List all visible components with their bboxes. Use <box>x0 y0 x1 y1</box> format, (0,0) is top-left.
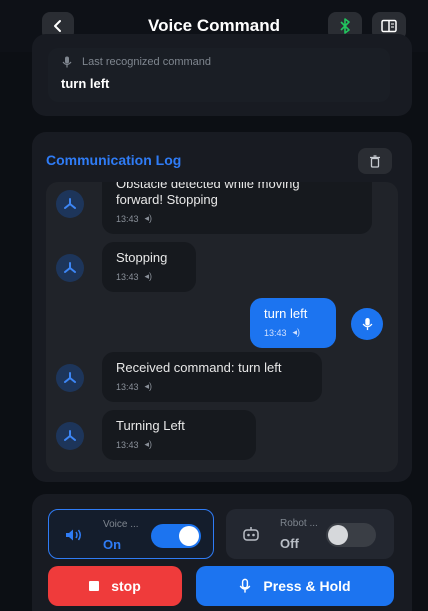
message-text: Turning Left <box>116 418 185 433</box>
message-text: Obstacle detected while moving <box>116 182 300 191</box>
robot-avatar <box>56 190 84 218</box>
robot-toggle-card[interactable]: Robot ... Off <box>226 509 394 559</box>
speaker-icon[interactable]: ◂) <box>145 213 153 224</box>
message-text: turn left <box>264 306 308 321</box>
message-bubble-robot: Turning Left 13:43 ◂) <box>102 410 256 460</box>
message-time: 13:43 <box>116 381 139 392</box>
voice-toggle-state: On <box>103 537 122 552</box>
communication-log-panel: Communication Log Obstacle detected whil… <box>32 132 412 482</box>
switch-knob <box>179 526 199 546</box>
voice-toggle-card[interactable]: Voice ... On <box>48 509 214 559</box>
message-text: Stopping <box>116 250 168 265</box>
robot-icon <box>240 523 262 545</box>
message-time: 13:43 <box>264 327 287 338</box>
speaker-icon[interactable]: ◂) <box>293 327 301 338</box>
message-meta: 13:43 ◂) <box>116 381 308 392</box>
speaker-icon <box>63 524 85 546</box>
speaker-icon[interactable]: ◂) <box>145 381 153 392</box>
microphone-icon <box>240 578 251 593</box>
control-panel: Voice ... On Robot ... Off stop Press & … <box>32 494 412 611</box>
message-text-continued: forward! Stopping <box>116 192 218 207</box>
last-command-card: Last recognized command turn left <box>48 48 390 102</box>
message-meta: 13:43 ◂) <box>116 439 242 450</box>
last-command-label-row: Last recognized command <box>62 56 211 68</box>
voice-toggle-label: Voice ... <box>103 519 139 530</box>
user-avatar <box>351 308 383 340</box>
press-and-hold-label: Press & Hold <box>263 578 351 594</box>
microphone-icon <box>362 317 372 331</box>
last-command-label: Last recognized command <box>82 56 212 68</box>
stop-button[interactable]: stop <box>48 566 182 606</box>
press-and-hold-button[interactable]: Press & Hold <box>196 566 394 606</box>
message-bubble-robot: Stopping 13:43 ◂) <box>102 242 196 292</box>
robot-switch[interactable] <box>326 523 376 547</box>
speaker-icon[interactable]: ◂) <box>145 439 153 450</box>
robot-toggle-label: Robot ... <box>280 518 318 529</box>
message-time: 13:43 <box>116 271 139 282</box>
message-time: 13:43 <box>116 439 139 450</box>
clear-log-button[interactable] <box>358 148 392 174</box>
robot-arm-icon <box>64 198 76 209</box>
message-bubble-robot: Obstacle detected while moving forward! … <box>102 182 372 234</box>
robot-avatar <box>56 254 84 282</box>
robot-arm-icon <box>64 262 76 273</box>
message-text: Received command: turn left <box>116 360 282 375</box>
voice-switch[interactable] <box>151 524 201 548</box>
log-title: Communication Log <box>46 152 182 168</box>
message-meta: 13:43 ◂) <box>116 213 358 224</box>
message-time: 13:43 <box>116 213 139 224</box>
book-icon <box>381 19 397 33</box>
message-bubble-robot: Received command: turn left 13:43 ◂) <box>102 352 322 402</box>
stop-icon <box>89 581 100 591</box>
microphone-icon <box>62 56 72 68</box>
robot-arm-icon <box>64 430 76 441</box>
bluetooth-icon <box>340 18 350 34</box>
last-command-value: turn left <box>61 76 110 91</box>
robot-avatar <box>56 364 84 392</box>
robot-toggle-state: Off <box>280 536 299 551</box>
speaker-icon[interactable]: ◂) <box>145 271 153 282</box>
robot-arm-icon <box>64 372 76 383</box>
switch-knob <box>328 525 348 545</box>
page-title: Voice Command <box>148 16 280 35</box>
stop-button-label: stop <box>111 578 141 594</box>
message-list[interactable]: Obstacle detected while moving forward! … <box>46 182 398 472</box>
robot-avatar <box>56 422 84 450</box>
message-meta: 13:43 ◂) <box>116 271 182 282</box>
message-bubble-user: turn left 13:43 ◂) <box>250 298 336 348</box>
message-meta: 13:43 ◂) <box>264 327 322 338</box>
trash-icon <box>370 154 380 168</box>
